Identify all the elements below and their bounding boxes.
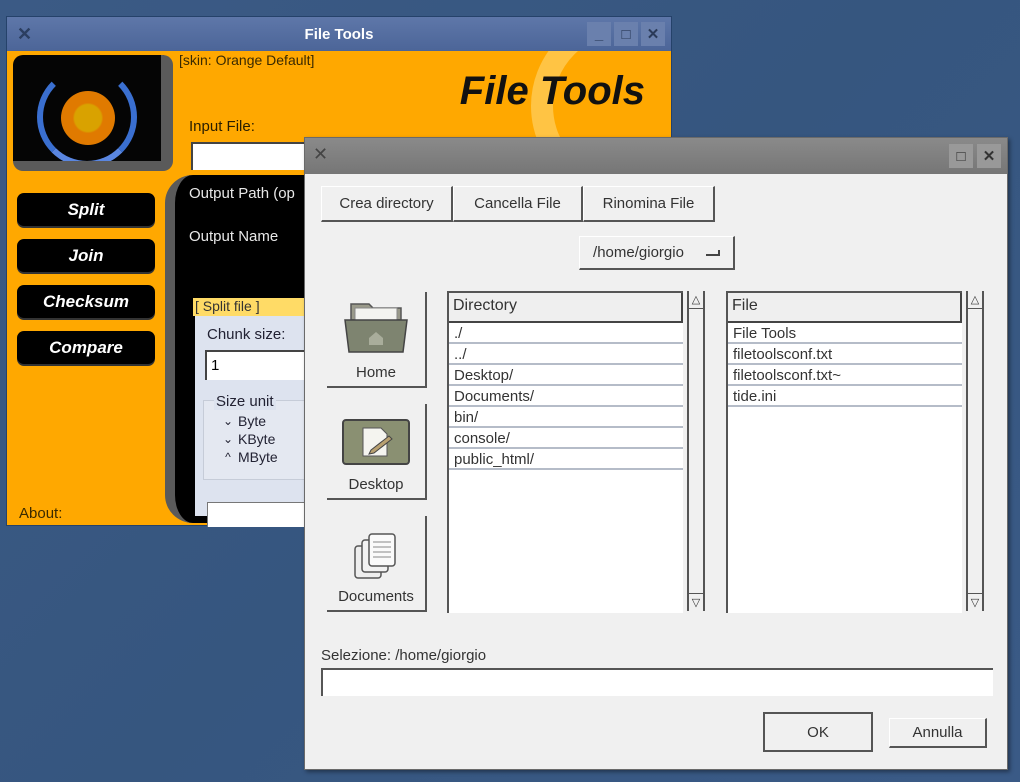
dialog-maximize-button[interactable]: □: [949, 144, 973, 168]
skin-label: [skin: Orange Default]: [179, 52, 315, 68]
documents-icon: [354, 533, 396, 579]
dropdown-indicator-icon: [705, 249, 720, 256]
window-menu-icon[interactable]: ✕: [313, 144, 328, 165]
nav-split-button[interactable]: Split: [17, 193, 155, 226]
radio-unselected-icon: ⌄: [222, 414, 234, 428]
scroll-up-icon[interactable]: △: [968, 291, 982, 309]
brand-title: File Tools: [459, 69, 645, 113]
place-home-label: Home: [355, 364, 396, 381]
directory-row[interactable]: public_html/: [449, 449, 683, 470]
main-titlebar[interactable]: ✕ File Tools _ □ ✕: [7, 17, 671, 51]
dialog-close-button[interactable]: ✕: [977, 144, 1001, 168]
radio-kbyte[interactable]: ⌄ KByte: [222, 431, 275, 447]
output-path-label: Output Path (op: [189, 185, 295, 202]
logo-sun-icon: [61, 91, 115, 145]
home-folder-icon: [344, 303, 408, 353]
delete-file-button[interactable]: Cancella File: [453, 186, 583, 222]
maximize-icon: □: [956, 147, 966, 165]
file-chooser-dialog: ✕ □ ✕ Crea directory Cancella File Rinom…: [304, 137, 1008, 770]
selection-field[interactable]: [321, 668, 993, 696]
radio-unselected-icon: ⌄: [222, 432, 234, 446]
maximize-icon: □: [621, 25, 631, 43]
radio-byte[interactable]: ⌄ Byte: [222, 413, 266, 429]
nav-compare-button[interactable]: Compare: [17, 331, 155, 364]
directory-row[interactable]: ../: [449, 344, 683, 365]
file-row[interactable]: filetoolsconf.txt~: [728, 365, 962, 386]
about-link[interactable]: About:: [19, 505, 62, 522]
path-dropdown-value: /home/giorgio: [593, 244, 684, 261]
scroll-down-icon[interactable]: ▽: [968, 593, 982, 611]
selection-label: Selezione: /home/giorgio: [321, 647, 487, 664]
file-row[interactable]: filetoolsconf.txt: [728, 344, 962, 365]
file-list-header[interactable]: File: [728, 293, 962, 323]
radio-mbyte[interactable]: ^ MByte: [222, 449, 278, 465]
close-button[interactable]: ✕: [641, 22, 665, 46]
place-documents-label: Documents: [338, 588, 414, 605]
file-scrollbar[interactable]: △ ▽: [966, 291, 984, 611]
radio-mbyte-label: MByte: [238, 449, 278, 465]
nav-join-button[interactable]: Join: [17, 239, 155, 272]
maximize-button[interactable]: □: [614, 22, 638, 46]
place-desktop-label: Desktop: [348, 476, 404, 493]
desktop-icon: [342, 419, 410, 465]
dialog-titlebar[interactable]: ✕ □ ✕: [305, 138, 1007, 174]
file-row[interactable]: tide.ini: [728, 386, 962, 407]
directory-row[interactable]: Documents/: [449, 386, 683, 407]
output-name-label: Output Name: [189, 228, 279, 245]
directory-list-header[interactable]: Directory: [449, 293, 683, 323]
nav-checksum-button[interactable]: Checksum: [17, 285, 155, 318]
directory-row[interactable]: ./: [449, 323, 683, 344]
directory-scrollbar[interactable]: △ ▽: [687, 291, 705, 611]
file-row[interactable]: File Tools: [728, 323, 962, 344]
file-list[interactable]: File File Tools filetoolsconf.txt fileto…: [726, 291, 962, 613]
radio-kbyte-label: KByte: [238, 431, 276, 447]
create-directory-button[interactable]: Crea directory: [321, 186, 453, 222]
directory-row[interactable]: bin/: [449, 407, 683, 428]
cancel-button[interactable]: Annulla: [889, 718, 987, 748]
app-logo: [13, 55, 173, 171]
minimize-icon: _: [594, 25, 604, 43]
minimize-button[interactable]: _: [587, 22, 611, 46]
scroll-down-icon[interactable]: ▽: [689, 593, 703, 611]
chunk-size-label: Chunk size:: [207, 326, 286, 343]
size-unit-label: Size unit: [214, 393, 276, 410]
path-dropdown[interactable]: /home/giorgio: [579, 236, 735, 270]
window-menu-icon[interactable]: ✕: [17, 24, 37, 44]
input-file-label: Input File:: [189, 118, 255, 135]
scroll-up-icon[interactable]: △: [689, 291, 703, 309]
close-icon: ✕: [982, 148, 996, 165]
rename-file-button[interactable]: Rinomina File: [583, 186, 715, 222]
directory-list[interactable]: Directory ./ ../ Desktop/ Documents/ bin…: [447, 291, 683, 613]
place-desktop-button[interactable]: Desktop: [327, 404, 427, 500]
place-documents-button[interactable]: Documents: [327, 516, 427, 612]
directory-row[interactable]: console/: [449, 428, 683, 449]
close-icon: ✕: [646, 26, 660, 43]
ok-button[interactable]: OK: [763, 712, 873, 752]
main-window-title: File Tools: [304, 25, 374, 43]
directory-row[interactable]: Desktop/: [449, 365, 683, 386]
radio-selected-icon: ^: [225, 450, 231, 464]
place-home-button[interactable]: Home: [327, 292, 427, 388]
radio-byte-label: Byte: [238, 413, 267, 429]
